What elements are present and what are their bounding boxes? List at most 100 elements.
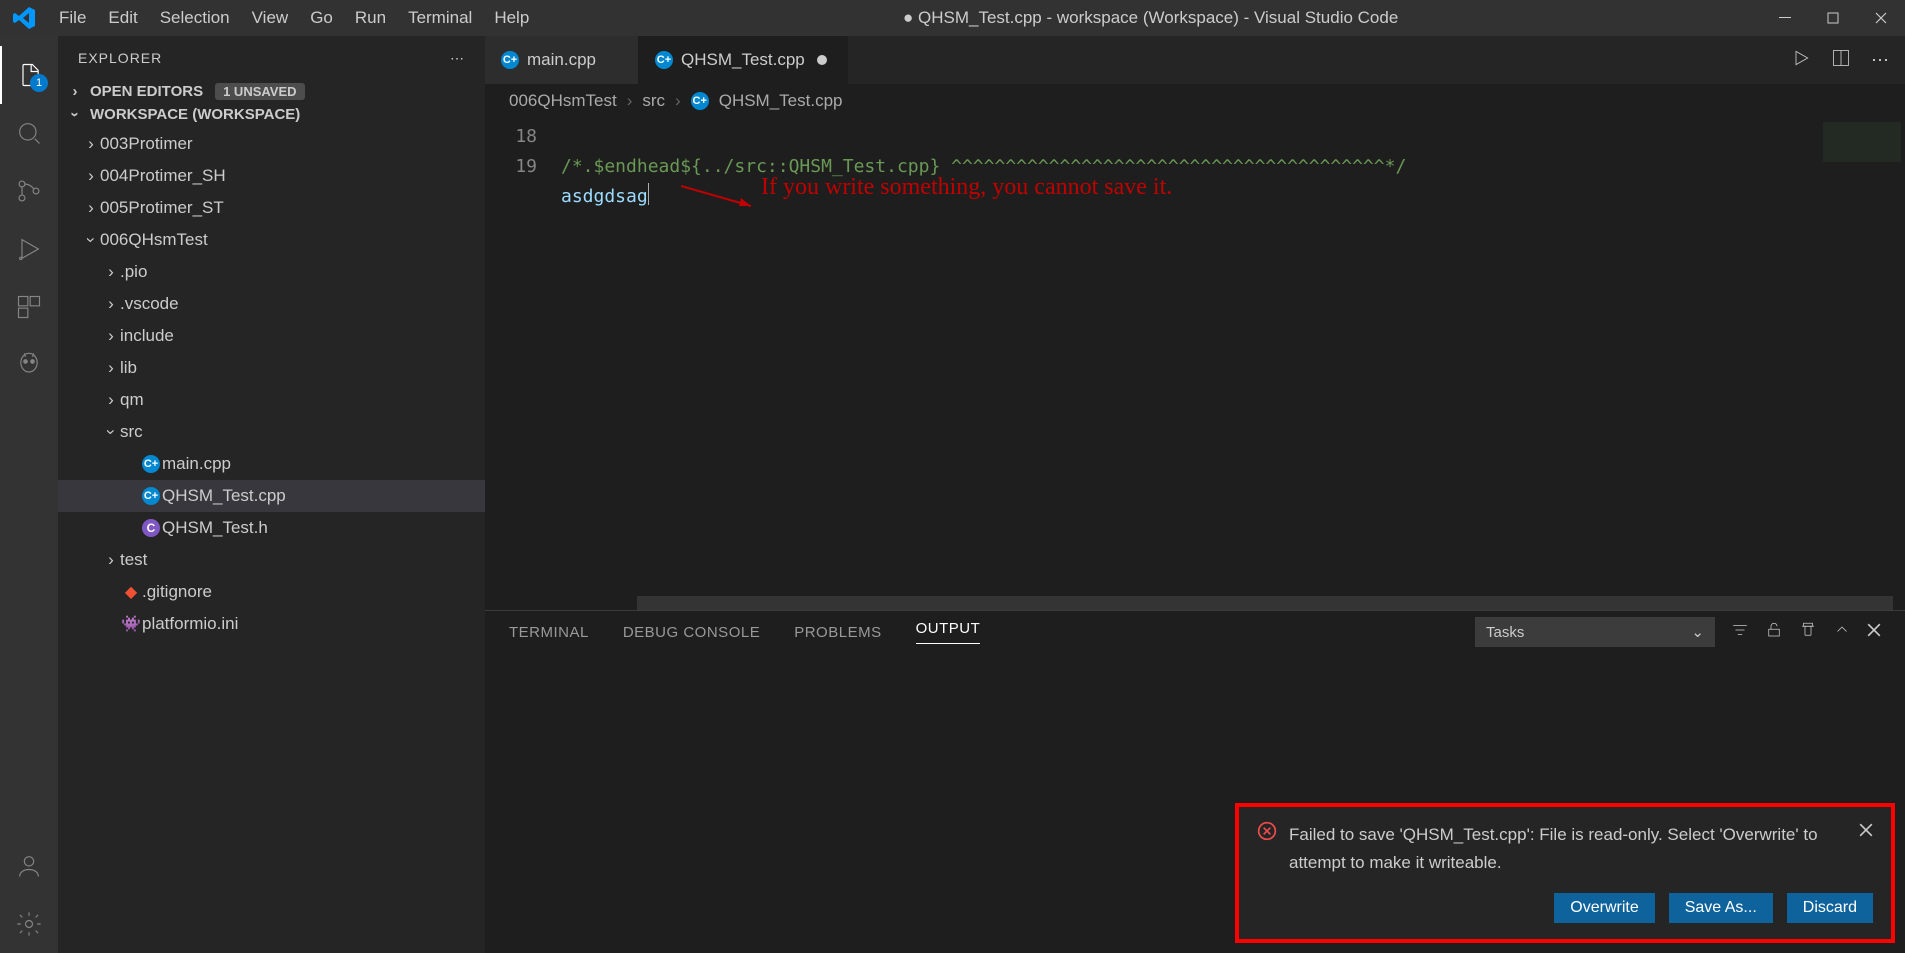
save-as-button[interactable]: Save As... [1669,893,1773,923]
file-cpp-icon: C+ [501,51,519,69]
workspace-section[interactable]: › WORKSPACE (WORKSPACE) [58,103,485,126]
minimize-button[interactable] [1761,0,1809,36]
discard-button[interactable]: Discard [1787,893,1873,923]
gear-icon [15,910,43,938]
close-button[interactable] [1857,0,1905,36]
workspace-label: WORKSPACE (WORKSPACE) [90,106,300,123]
gutter: 18 19 [485,118,561,610]
clear-output-icon[interactable] [1799,621,1817,643]
tree-item-label: 006QHsmTest [100,230,208,250]
run-icon[interactable] [1791,48,1811,73]
breadcrumb-item[interactable]: QHSM_Test.cpp [719,91,843,111]
tree-item-006QHsmTest[interactable]: ›006QHsmTest [58,224,485,256]
panel-tab-debug-console[interactable]: DEBUG CONSOLE [623,624,760,641]
chevron-right-icon: › [675,91,681,111]
tree-item-label: 005Protimer_ST [100,198,224,218]
activity-account[interactable] [0,837,58,895]
tab-label: main.cpp [527,50,596,70]
activity-settings[interactable] [0,895,58,953]
tab-maincpp[interactable]: C+ main.cpp [485,36,639,84]
tree-item-vscode[interactable]: ›.vscode [58,288,485,320]
menu-go[interactable]: Go [299,0,344,36]
panel-maximize-icon[interactable] [1833,621,1851,643]
panel-close-icon[interactable] [1867,623,1881,641]
tree-item-004ProtimerSH[interactable]: ›004Protimer_SH [58,160,485,192]
panel-tab-output[interactable]: OUTPUT [916,620,981,644]
editor[interactable]: 18 19 /*.$endhead${../src::QHSM_Test.cpp… [485,118,1905,610]
tab-label: QHSM_Test.cpp [681,50,805,70]
menu-selection[interactable]: Selection [149,0,241,36]
tree-item-QHSMTesth[interactable]: CQHSM_Test.h [58,512,485,544]
lock-icon[interactable] [1765,621,1783,643]
menu-run[interactable]: Run [344,0,397,36]
bottom-panel: TERMINAL DEBUG CONSOLE PROBLEMS OUTPUT T… [485,610,1905,953]
unsaved-badge: 1 UNSAVED [215,83,304,100]
tree-item-005ProtimerST[interactable]: ›005Protimer_ST [58,192,485,224]
activity-debug[interactable] [0,220,58,278]
menu-view[interactable]: View [241,0,300,36]
window-title: ● QHSM_Test.cpp - workspace (Workspace) … [540,8,1761,28]
minimap[interactable] [1823,122,1901,162]
split-editor-icon[interactable] [1831,48,1851,73]
tree-item-include[interactable]: ›include [58,320,485,352]
breadcrumbs[interactable]: 006QHsmTest › src › C+ QHSM_Test.cpp [485,84,1905,118]
menu-terminal[interactable]: Terminal [397,0,483,36]
close-icon[interactable] [604,51,622,69]
activity-platformio[interactable] [0,336,58,394]
editor-main: C+ main.cpp C+QHSM_Test.cpp ⋯ 006QHsmTest … [485,36,1905,953]
tree-item-src[interactable]: ›src [58,416,485,448]
notification-close-icon[interactable] [1859,821,1873,842]
tree-item-label: qm [120,390,144,410]
menu-file[interactable]: File [48,0,97,36]
search-icon [15,119,43,147]
activity-explorer[interactable]: 1 [0,46,58,104]
panel-tab-problems[interactable]: PROBLEMS [794,624,881,641]
sidebar-title: EXPLORER [78,50,450,66]
horizontal-scrollbar[interactable] [637,596,1893,610]
dirty-dot-icon[interactable] [813,51,831,69]
open-editors-label: OPEN EDITORS [90,83,203,100]
code-line: asdgdsag [561,186,648,207]
activity-bar: 1 [0,36,58,953]
tree-item-maincpp[interactable]: C+main.cpp [58,448,485,480]
chevron-down-icon: › [67,106,84,124]
open-editors-section[interactable]: › OPEN EDITORS 1 UNSAVED [58,80,485,103]
tree-item-QHSMTestcpp[interactable]: C+QHSM_Test.cpp [58,480,485,512]
sidebar-more-icon[interactable]: ⋯ [450,50,465,67]
chevron-icon: › [102,326,120,346]
chevron-icon: › [102,358,120,378]
tree-item-pio[interactable]: ›.pio [58,256,485,288]
code-area[interactable]: /*.$endhead${../src::QHSM_Test.cpp} ^^^^… [561,118,1905,610]
more-icon[interactable]: ⋯ [1871,50,1889,71]
menu-help[interactable]: Help [483,0,540,36]
tree-item-qm[interactable]: ›qm [58,384,485,416]
chevron-icon: › [82,166,100,186]
tree-item-test[interactable]: ›test [58,544,485,576]
chevron-icon: › [82,134,100,154]
explorer-badge: 1 [30,74,48,92]
tree-item-label: QHSM_Test.cpp [162,486,286,506]
breadcrumb-item[interactable]: src [642,91,665,111]
chevron-right-icon: › [627,91,633,111]
tree-item-platformioini[interactable]: 👾platformio.ini [58,608,485,640]
panel-tab-terminal[interactable]: TERMINAL [509,624,589,641]
menu-edit[interactable]: Edit [97,0,148,36]
tree-item-gitignore[interactable]: ◆.gitignore [58,576,485,608]
activity-extensions[interactable] [0,278,58,336]
file-c-icon: C [142,519,160,537]
breadcrumb-item[interactable]: 006QHsmTest [509,91,617,111]
output-filter-icon[interactable] [1731,621,1749,643]
maximize-button[interactable] [1809,0,1857,36]
tree-item-003Protimer[interactable]: ›003Protimer [58,128,485,160]
activity-scm[interactable] [0,162,58,220]
sidebar-explorer: EXPLORER ⋯ › OPEN EDITORS 1 UNSAVED › WO… [58,36,485,953]
editor-tabs: C+ main.cpp C+QHSM_Test.cpp ⋯ [485,36,1905,84]
activity-search[interactable] [0,104,58,162]
tab-QHSMTestcpp[interactable]: C+QHSM_Test.cpp [639,36,848,84]
overwrite-button[interactable]: Overwrite [1554,893,1654,923]
tree-item-label: include [120,326,174,346]
file-tree: ›003Protimer›004Protimer_SH›005Protimer_… [58,126,485,642]
output-channel-select[interactable]: Tasks ⌄ [1475,617,1715,647]
tree-item-label: 003Protimer [100,134,193,154]
tree-item-lib[interactable]: ›lib [58,352,485,384]
